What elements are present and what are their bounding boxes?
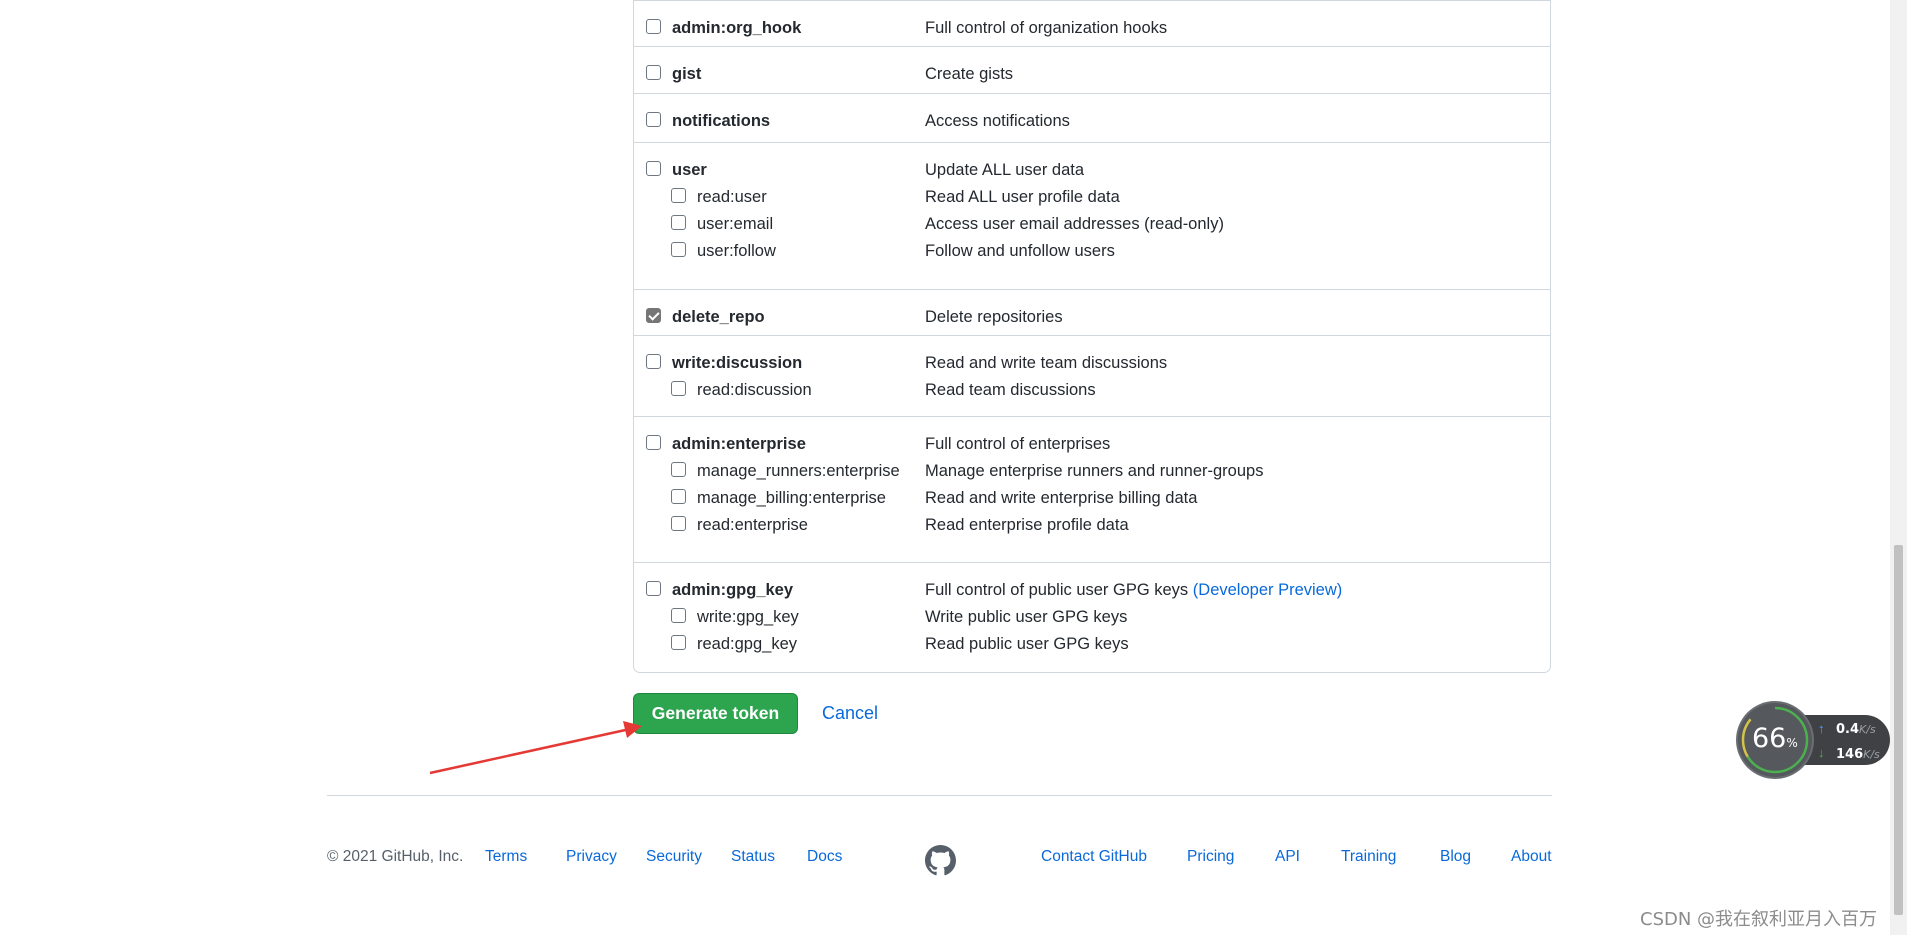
scope-description: Write public user GPG keys [925,608,1128,626]
download-speed: 146K/s [1836,747,1880,762]
scope-name: notifications [672,112,771,130]
scope-description: Update ALL user data [925,161,1085,179]
github-mark-icon[interactable] [925,845,956,876]
scope-description: Create gists [925,65,1014,83]
scope-checkbox[interactable] [646,435,661,450]
scope-checkbox[interactable] [646,112,661,127]
scope-child-row: read:gpg_key Read public user GPG keys [634,627,1550,660]
scope-checkbox[interactable] [646,161,661,176]
scope-group: admin:org_hook Full control of organizati… [634,0,1550,47]
scope-checkbox[interactable] [646,19,661,34]
scope-child-row: read:enterprise Read enterprise profile d… [634,508,1550,541]
scope-name: admin:org_hook [672,19,802,37]
scope-name: read:user [697,188,767,206]
scope-name: read:enterprise [697,516,808,534]
scope-child-row: user:follow Follow and unfollow users [634,234,1550,267]
scope-checkbox[interactable] [646,65,661,80]
scope-name: user:follow [697,242,776,260]
scope-name: write:gpg_key [697,608,799,626]
scope-checkbox[interactable] [671,635,686,650]
scope-checkbox[interactable] [671,608,686,623]
scope-name: write:discussion [672,354,803,372]
footer-link[interactable]: Privacy [566,848,617,866]
scope-group: admin:enterprise Full control of enterpri… [634,416,1550,563]
scope-name: admin:enterprise [672,435,806,453]
cpu-usage-dial: 66% [1738,703,1812,777]
scope-description: Follow and unfollow users [925,242,1115,260]
scope-checkbox[interactable] [671,489,686,504]
footer-divider [327,795,1552,796]
scope-checkbox[interactable] [671,188,686,203]
network-speed-widget[interactable]: 66% ↑ 0.4K/s ↓ 146K/s [1738,703,1892,777]
scope-description: Full control of public user GPG keys (De… [925,581,1343,599]
scope-name: gist [672,65,702,83]
footer-copyright: © 2021 GitHub, Inc. [327,848,464,865]
download-arrow-icon: ↓ [1818,745,1825,760]
scope-row: admin:org_hook Full control of organizati… [634,11,1550,44]
scopes-list: admin:org_hook Full control of organizati… [633,0,1551,673]
scope-group: delete_repo Delete repositories [634,289,1550,336]
scope-group: notifications Access notifications [634,93,1550,143]
scope-name: admin:gpg_key [672,581,794,599]
page-scrollbar[interactable] [1890,0,1907,935]
scrollbar-thumb[interactable] [1894,545,1903,915]
developer-preview-link[interactable]: (Developer Preview) [1193,581,1342,599]
scope-row: notifications Access notifications [634,104,1550,137]
footer-link[interactable]: Training [1341,848,1396,866]
scope-description: Read and write team discussions [925,354,1168,372]
scope-description: Read enterprise profile data [925,516,1129,534]
footer-link[interactable]: Status [731,848,775,866]
usage-percent: 66% [1752,723,1798,754]
scope-name: user:email [697,215,774,233]
scope-group: gist Create gists [634,46,1550,94]
scope-checkbox[interactable] [671,462,686,477]
scope-description: Read team discussions [925,381,1096,399]
scope-description: Read public user GPG keys [925,635,1129,653]
footer-link[interactable]: Terms [485,848,527,866]
scope-name: manage_runners:enterprise [697,462,900,480]
scope-checkbox[interactable] [646,354,661,369]
footer-link[interactable]: Security [646,848,702,866]
scope-description: Read ALL user profile data [925,188,1120,206]
scope-checkbox[interactable] [671,215,686,230]
cancel-link[interactable]: Cancel [822,703,878,724]
scope-checkbox[interactable] [671,381,686,396]
scope-group: admin:gpg_key Full control of public user… [634,562,1550,674]
scope-description: Read and write enterprise billing data [925,489,1198,507]
watermark: CSDN @我在叙利亚月入百万 [1640,909,1878,930]
scope-checkbox[interactable] [671,242,686,257]
scope-child-row: read:discussion Read team discussions [634,373,1550,406]
footer-link[interactable]: Contact GitHub [1041,848,1147,866]
footer-link[interactable]: Blog [1440,848,1471,866]
scope-row: gist Create gists [634,57,1550,90]
scope-row: delete_repo Delete repositories [634,300,1550,333]
upload-arrow-icon: ↑ [1818,721,1825,736]
footer-link[interactable]: API [1275,848,1300,866]
scope-checkbox[interactable] [671,516,686,531]
scope-name: read:gpg_key [697,635,797,653]
scope-description: Access user email addresses (read-only) [925,215,1224,233]
scope-description: Access notifications [925,112,1070,130]
scope-checkbox[interactable] [646,308,661,323]
scope-name: delete_repo [672,308,765,326]
scope-name: user [672,161,707,179]
scope-checkbox[interactable] [646,581,661,596]
scope-description: Delete repositories [925,308,1063,326]
scope-name: manage_billing:enterprise [697,489,886,507]
scope-description: Manage enterprise runners and runner-gro… [925,462,1264,480]
scope-description: Full control of enterprises [925,435,1111,453]
upload-speed: 0.4K/s [1836,722,1876,737]
scope-name: read:discussion [697,381,812,399]
footer-link[interactable]: About [1511,848,1552,866]
footer-link[interactable]: Pricing [1187,848,1234,866]
scope-description: Full control of organization hooks [925,19,1168,37]
scope-group: write:discussion Read and write team disc… [634,335,1550,417]
scope-group: user Update ALL user data read:user Read AL… [634,142,1550,290]
footer-link[interactable]: Docs [807,848,842,866]
generate-token-button[interactable]: Generate token [633,693,798,734]
